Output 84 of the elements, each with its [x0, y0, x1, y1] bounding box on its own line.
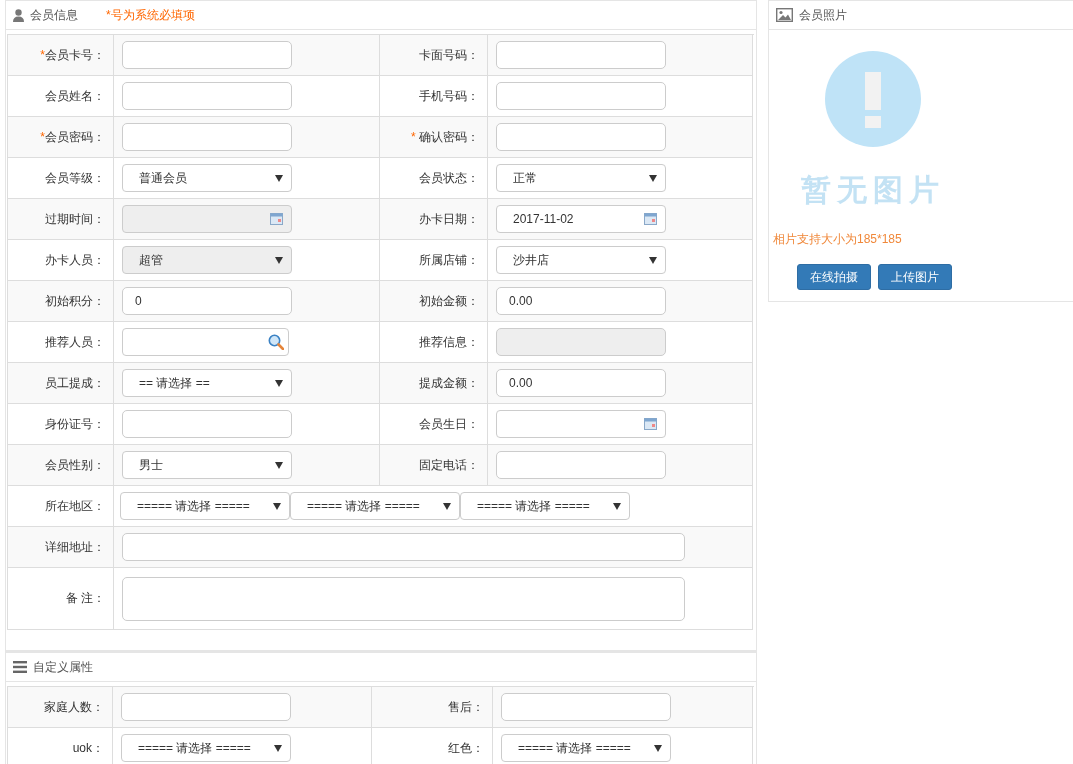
text-field[interactable]	[501, 693, 671, 721]
date-field[interactable]: 2017-11-02	[496, 205, 666, 233]
field-label: 推荐人员：	[45, 333, 105, 351]
size-hint: 相片支持大小为185*185	[773, 231, 903, 248]
required-note: *号为系统必填项	[106, 6, 195, 24]
text-field[interactable]: 0.00	[496, 287, 666, 315]
remarks-field[interactable]	[122, 576, 685, 621]
photo-button[interactable]: 上传图片	[878, 264, 952, 290]
address-field[interactable]	[122, 533, 685, 561]
field-label: 会员性别：	[45, 456, 105, 474]
caret-icon	[275, 256, 283, 264]
caret-icon	[274, 744, 282, 752]
field-label: 家庭人数：	[44, 698, 104, 716]
text-field[interactable]	[496, 82, 666, 110]
text-field[interactable]	[122, 410, 292, 438]
text-field[interactable]	[496, 123, 666, 151]
date-field[interactable]	[496, 410, 666, 438]
calendar-icon	[644, 418, 657, 430]
field-label: *会员密码：	[40, 128, 105, 146]
field-label: 过期时间：	[45, 210, 105, 228]
caret-icon	[613, 502, 621, 510]
section-title: 会员照片	[799, 6, 847, 24]
field-label: 办卡日期：	[419, 210, 479, 228]
caret-icon	[649, 174, 657, 182]
field-label: uok：	[72, 739, 104, 757]
warning-icon	[824, 50, 922, 148]
text-field[interactable]	[121, 693, 291, 721]
caret-icon	[275, 174, 283, 182]
caret-icon	[273, 502, 281, 510]
field-label: 身份证号：	[45, 415, 105, 433]
dropdown[interactable]: 普通会员	[122, 164, 292, 192]
field-label: 会员等级：	[45, 169, 105, 187]
dropdown[interactable]: ===== 请选择 =====	[501, 734, 671, 762]
field-label: 固定电话：	[419, 456, 479, 474]
dropdown[interactable]: ===== 请选择 =====	[290, 492, 460, 520]
field-label: 初始金额：	[419, 292, 479, 310]
field-label: 会员生日：	[419, 415, 479, 433]
dropdown[interactable]: 男士	[122, 451, 292, 479]
text-field[interactable]	[496, 41, 666, 69]
field-label: 员工提成：	[45, 374, 105, 392]
text-field[interactable]	[122, 82, 292, 110]
section-title: 会员信息	[30, 6, 78, 24]
text-field[interactable]	[122, 123, 292, 151]
dropdown[interactable]: ===== 请选择 =====	[120, 492, 290, 520]
field-label: 备 注：	[65, 590, 105, 607]
field-label: 所属店铺：	[419, 251, 479, 269]
field-label: *会员卡号：	[40, 46, 105, 64]
caret-icon	[275, 461, 283, 469]
caret-icon	[275, 379, 283, 387]
field-label: * 确认密码：	[411, 128, 479, 146]
dropdown[interactable]: == 请选择 ==	[122, 369, 292, 397]
field-label: 售后：	[448, 698, 484, 716]
text-field[interactable]: 0.00	[496, 369, 666, 397]
search-field[interactable]	[122, 328, 289, 356]
field-label: 推荐信息：	[419, 333, 479, 351]
dropdown[interactable]: 正常	[496, 164, 666, 192]
field-label: 所在地区：	[45, 497, 105, 515]
text-field[interactable]: 0	[122, 287, 292, 315]
text-field[interactable]	[122, 41, 292, 69]
field-label: 红色：	[448, 739, 484, 757]
field-label: 提成金额：	[419, 374, 479, 392]
caret-icon	[654, 744, 662, 752]
field-label: 初始积分：	[45, 292, 105, 310]
field-label: 会员状态：	[419, 169, 479, 187]
field-label: 会员姓名：	[45, 87, 105, 105]
no-image-text: 暂无图片	[801, 172, 945, 208]
field-label: 手机号码：	[419, 87, 479, 105]
dropdown[interactable]: 沙井店	[496, 246, 666, 274]
dropdown[interactable]: ===== 请选择 =====	[460, 492, 630, 520]
menu-icon	[13, 661, 27, 673]
field-label: 办卡人员：	[45, 251, 105, 269]
text-field[interactable]	[496, 451, 666, 479]
caret-icon	[443, 502, 451, 510]
dropdown[interactable]: ===== 请选择 =====	[121, 734, 291, 762]
calendar-icon	[644, 213, 657, 225]
calendar-icon	[270, 213, 283, 225]
image-icon	[776, 8, 793, 22]
field-label: 卡面号码：	[419, 46, 479, 64]
caret-icon	[649, 256, 657, 264]
field-label: 详细地址：	[45, 538, 105, 556]
search-icon	[268, 334, 284, 350]
photo-button[interactable]: 在线拍摄	[797, 264, 871, 290]
user-icon	[13, 8, 24, 22]
section-title: 自定义属性	[33, 658, 93, 676]
